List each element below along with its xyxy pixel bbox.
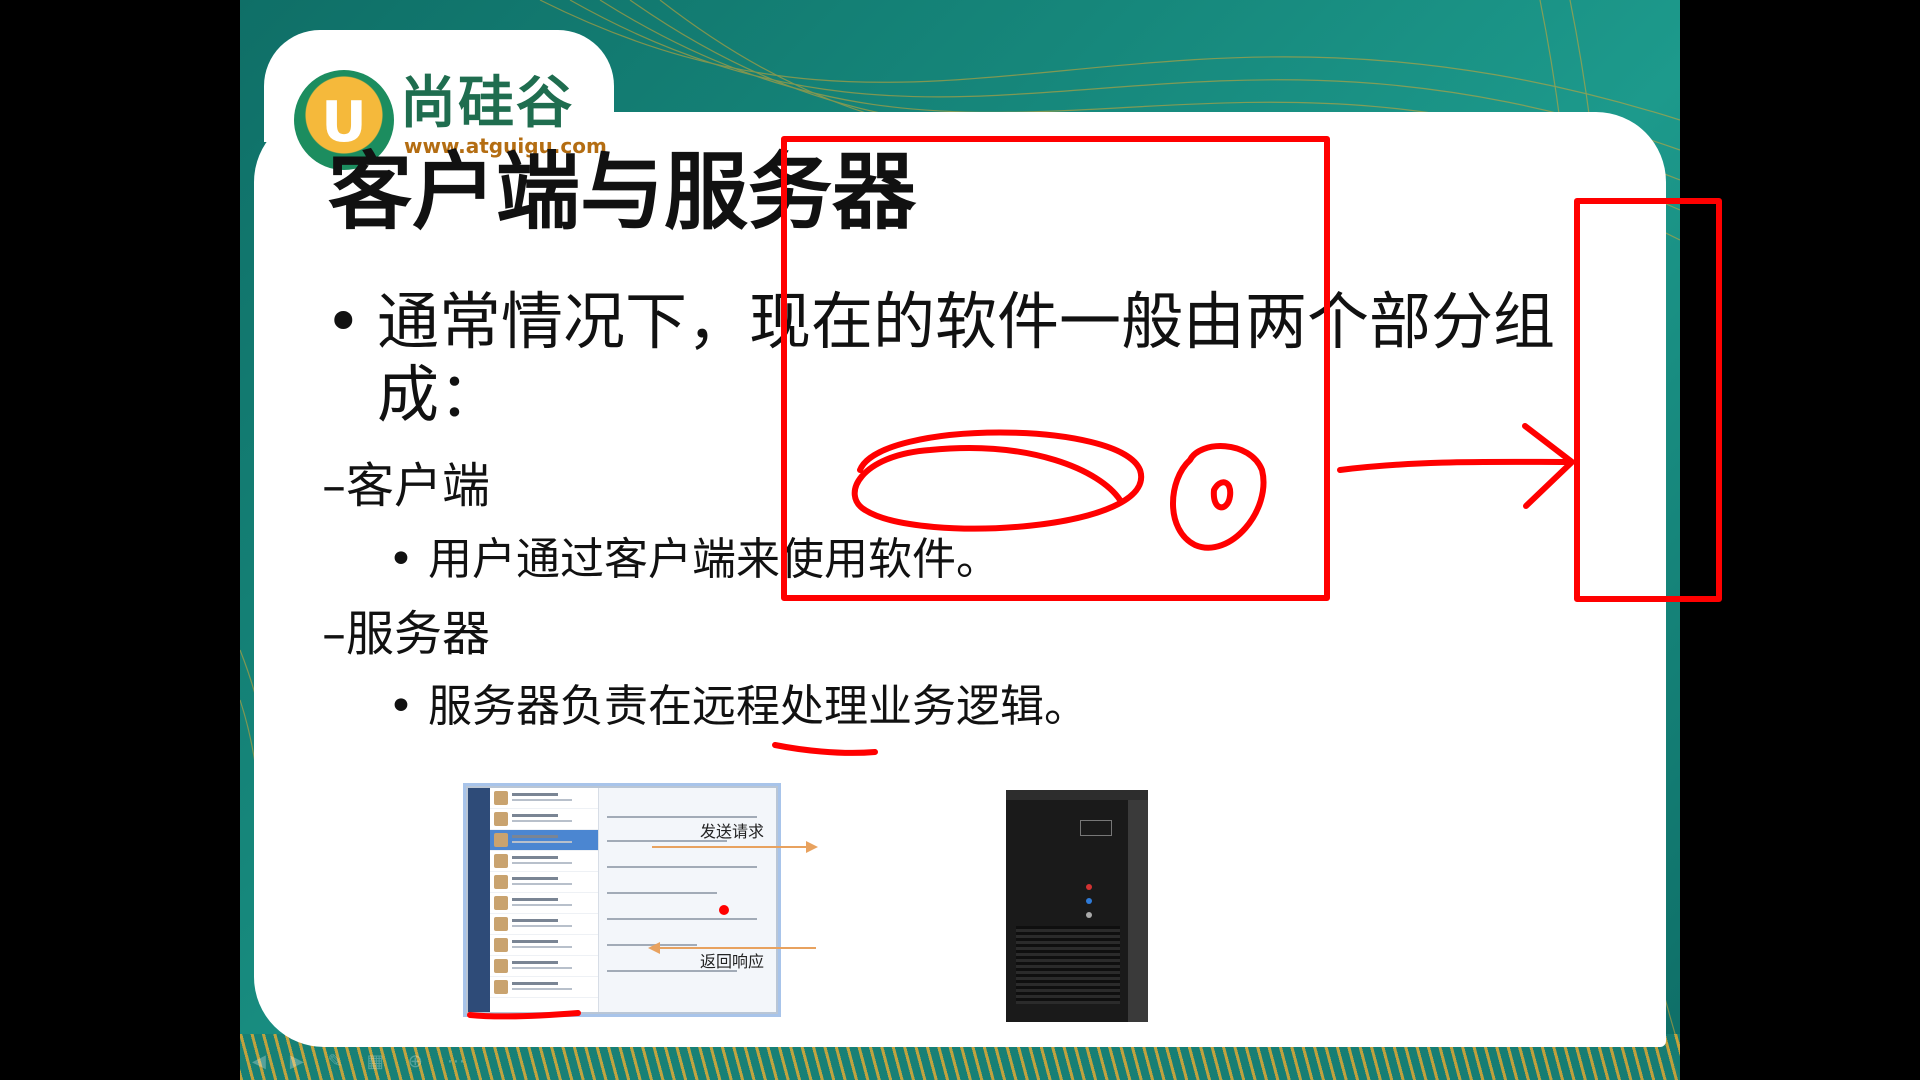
server-led xyxy=(1086,884,1092,890)
main-bullet-text: 通常情况下，现在的软件一般由两个部分组成： xyxy=(377,285,1556,432)
pen-icon[interactable]: ✎ xyxy=(328,1051,343,1072)
list-item xyxy=(490,893,598,914)
server-led xyxy=(1086,912,1092,918)
client-app-screenshot xyxy=(466,786,778,1014)
client-detail: • 用户通过客户端来使用软件。 xyxy=(388,538,1000,582)
list-item xyxy=(490,935,598,956)
list-item xyxy=(490,809,598,830)
server-tower-image xyxy=(1006,790,1148,1022)
slides-icon[interactable]: ▦ xyxy=(367,1051,384,1072)
list-item xyxy=(490,977,598,998)
server-heading: –服务器 xyxy=(322,606,491,662)
list-item xyxy=(490,872,598,893)
client-detail-text: 用户通过客户端来使用软件。 xyxy=(427,534,1000,585)
zoom-icon[interactable]: ⊕ xyxy=(408,1051,423,1072)
request-arrow xyxy=(652,846,812,848)
client-app-contact-list xyxy=(490,788,599,1012)
request-label: 发送请求 xyxy=(700,822,765,841)
slide-title: 客户端与服务器 xyxy=(328,143,917,241)
server-badge xyxy=(1080,820,1112,836)
list-item xyxy=(490,851,598,872)
list-item xyxy=(490,914,598,935)
response-label: 返回响应 xyxy=(700,952,765,971)
list-item xyxy=(490,956,598,977)
response-arrow xyxy=(658,947,816,949)
bullet-dot-icon: • xyxy=(325,285,362,358)
logo-name: 尚硅谷 xyxy=(400,71,574,136)
server-detail-text: 服务器负责在远程处理业务逻辑。 xyxy=(427,681,1088,732)
list-item xyxy=(490,830,598,851)
logo: U 尚硅谷 www.atguigu.com xyxy=(264,30,614,170)
slide-stage: U 尚硅谷 www.atguigu.com 客户端与服务器 • 通常情况下，现在… xyxy=(240,0,1680,1080)
next-icon[interactable]: ▶ xyxy=(290,1051,304,1072)
bullet-dot-icon: • xyxy=(388,681,414,732)
server-detail: • 服务器负责在远程处理业务逻辑。 xyxy=(388,685,1088,729)
slide-navigation: ◀ ▶ ✎ ▦ ⊕ ⋯ xyxy=(252,1051,465,1072)
server-vent xyxy=(1016,926,1120,1004)
main-bullet: • 通常情况下，现在的软件一般由两个部分组成： xyxy=(325,285,1555,431)
more-icon[interactable]: ⋯ xyxy=(447,1051,465,1072)
request-arrowhead-icon xyxy=(806,841,818,853)
server-led xyxy=(1086,898,1092,904)
list-item xyxy=(490,788,598,809)
client-app-sidebar xyxy=(468,788,490,1012)
prev-icon[interactable]: ◀ xyxy=(252,1051,266,1072)
bullet-dot-icon: • xyxy=(388,534,414,585)
response-arrowhead-icon xyxy=(648,942,660,954)
client-heading: –客户端 xyxy=(322,458,491,514)
